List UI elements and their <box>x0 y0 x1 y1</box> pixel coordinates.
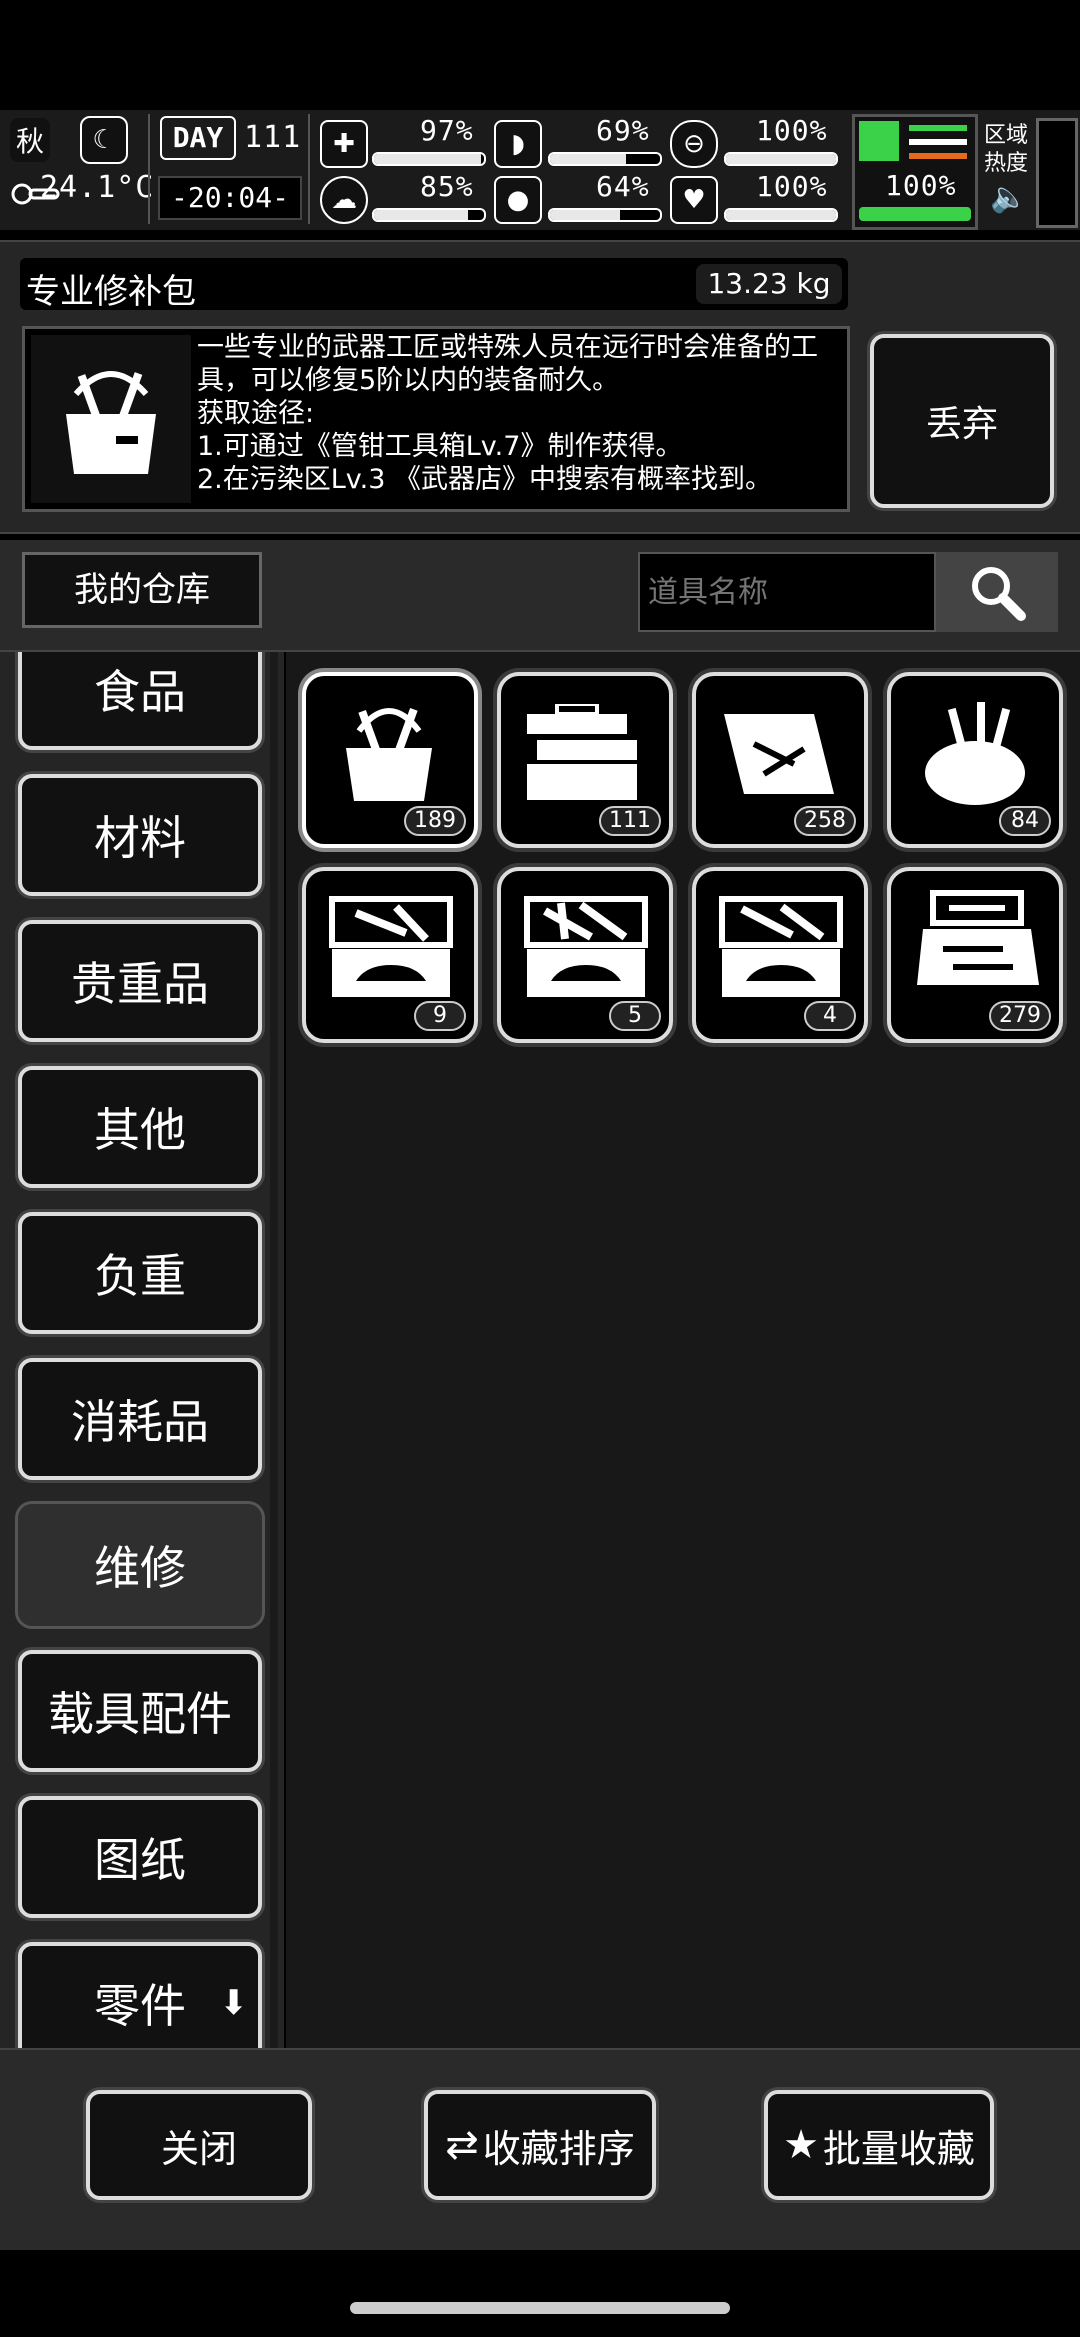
region-heat-meter <box>1036 118 1078 228</box>
category-other[interactable]: 其他 <box>18 1066 262 1188</box>
water-drop-icon: ● <box>494 176 542 224</box>
item-slot[interactable]: 84 <box>887 672 1063 848</box>
stamina-value: 100% <box>756 114 828 147</box>
category-components-label: 零件 <box>94 1979 186 2033</box>
status-bar: 秋 ☾ 24.1°C DAY 111 -20:04- ✚ 97% ☁ 85% ◗… <box>0 110 1080 230</box>
obtain-method-1: 1.可通过《管钳工具箱Lv.7》制作获得。 <box>197 431 683 462</box>
category-consumables[interactable]: 消耗品 <box>18 1358 262 1480</box>
temperature-value: 24.1°C <box>40 170 155 205</box>
hunger-bar <box>548 152 662 166</box>
sort-favorites-label: 收藏排序 <box>482 2126 635 2171</box>
arrow-down-icon: ⬇ <box>219 1983 249 2023</box>
item-count: 4 <box>804 1001 856 1031</box>
item-count: 279 <box>989 1001 1051 1031</box>
heart-bar <box>724 208 838 222</box>
item-slot[interactable]: 189 <box>302 672 478 848</box>
star-icon: ★ <box>783 2122 819 2168</box>
heart-icon: ♥ <box>670 176 718 224</box>
item-slot[interactable]: 9 <box>302 867 478 1043</box>
precision-kit-icon <box>917 890 1039 985</box>
mood-bar <box>372 208 486 222</box>
pill-icon: ⊖ <box>670 120 718 168</box>
item-name-bar: 专业修补包 13.23 kg <box>20 258 848 312</box>
thirst-value: 64% <box>596 170 650 203</box>
category-list: 食品 材料 贵重品 其他 负重 消耗品 维修 载具配件 图纸 零件 ⬇ <box>0 652 284 2048</box>
search-icon <box>972 567 1026 621</box>
category-food[interactable]: 食品 <box>18 652 262 750</box>
category-materials[interactable]: 材料 <box>18 774 262 896</box>
tool-case-icon <box>724 714 834 794</box>
item-description: 一些专业的武器工匠或特殊人员在远行时会准备的工具，可以修复5阶以内的装备耐久。 <box>197 332 818 396</box>
item-count: 258 <box>794 806 856 836</box>
hunger-value: 69% <box>596 114 650 147</box>
item-count: 5 <box>609 1001 661 1031</box>
time-display: -20:04- <box>158 176 302 220</box>
item-slot[interactable]: 4 <box>692 867 868 1043</box>
search-input[interactable] <box>638 552 936 632</box>
boot-icon <box>859 121 899 161</box>
obtain-title: 获取途径: <box>197 398 315 429</box>
volume-icon[interactable]: 🔈 <box>990 180 1027 215</box>
medkit-icon: ✚ <box>320 120 368 168</box>
tool-sack-icon <box>925 702 1025 805</box>
sort-favorites-button[interactable]: ⇄ 收藏排序 <box>424 2090 656 2200</box>
search-button[interactable] <box>936 552 1058 632</box>
category-vehicle-parts[interactable]: 载具配件 <box>18 1650 262 1772</box>
close-button[interactable]: 关闭 <box>86 2090 312 2200</box>
thirst-bar <box>548 208 662 222</box>
day-count: 111 <box>244 120 302 155</box>
brain-icon: ☁ <box>320 176 368 224</box>
moon-icon: ☾ <box>80 116 128 164</box>
stamina-bar <box>724 152 838 166</box>
category-valuables[interactable]: 贵重品 <box>18 920 262 1042</box>
item-count: 84 <box>999 806 1051 836</box>
obtain-method-2: 2.在污染区Lv.3 《武器店》中搜索有概率找到。 <box>197 464 773 495</box>
region-heat-label: 区域热度 <box>984 123 1029 176</box>
category-carry[interactable]: 负重 <box>18 1212 262 1334</box>
speed-bar <box>859 207 971 221</box>
item-slot[interactable]: 111 <box>497 672 673 848</box>
item-grid: 189 111 258 84 9 5 4 279 <box>286 652 1080 2048</box>
item-weight: 13.23 kg <box>696 264 842 304</box>
car-toolbox-icon <box>719 896 843 997</box>
season-text: 秋 <box>15 125 44 158</box>
batch-favorite-button[interactable]: ★ 批量收藏 <box>764 2090 994 2200</box>
heart-value: 100% <box>756 170 828 203</box>
health-bar <box>372 152 486 166</box>
repair-bag-icon <box>31 335 191 503</box>
category-blueprints[interactable]: 图纸 <box>18 1796 262 1918</box>
item-slot[interactable]: 5 <box>497 867 673 1043</box>
item-count: 111 <box>599 806 661 836</box>
speed-value: 100% <box>885 169 957 202</box>
season-indicator: 秋 <box>10 118 50 162</box>
item-slot[interactable]: 258 <box>692 672 868 848</box>
category-components[interactable]: 零件 ⬇ <box>18 1942 262 2048</box>
category-scrollbar[interactable] <box>270 652 278 2048</box>
item-info-box: 一些专业的武器工匠或特殊人员在远行时会准备的工具，可以修复5阶以内的装备耐久。 … <box>22 326 850 512</box>
item-count: 189 <box>404 806 466 836</box>
item-count: 9 <box>414 1001 466 1031</box>
toolbox-open-icon <box>527 704 637 800</box>
category-repair[interactable]: 维修 <box>18 1504 262 1626</box>
car-toolbox-icon <box>329 896 453 997</box>
car-toolbox-icon <box>524 896 648 997</box>
storage-title[interactable]: 我的仓库 <box>22 552 262 628</box>
batch-favorite-label: 批量收藏 <box>822 2126 975 2171</box>
repair-bag-icon <box>346 708 432 801</box>
speed-panel: 100% <box>852 114 978 230</box>
discard-button[interactable]: 丢弃 <box>870 334 1054 508</box>
mood-value: 85% <box>420 170 474 203</box>
health-value: 97% <box>420 114 474 147</box>
item-name: 专业修补包 <box>26 272 196 312</box>
home-indicator[interactable] <box>350 2302 730 2314</box>
day-label: DAY <box>160 116 236 160</box>
stomach-icon: ◗ <box>494 120 542 168</box>
item-slot[interactable]: 279 <box>887 867 1063 1043</box>
swap-arrows-icon: ⇄ <box>445 2122 479 2168</box>
